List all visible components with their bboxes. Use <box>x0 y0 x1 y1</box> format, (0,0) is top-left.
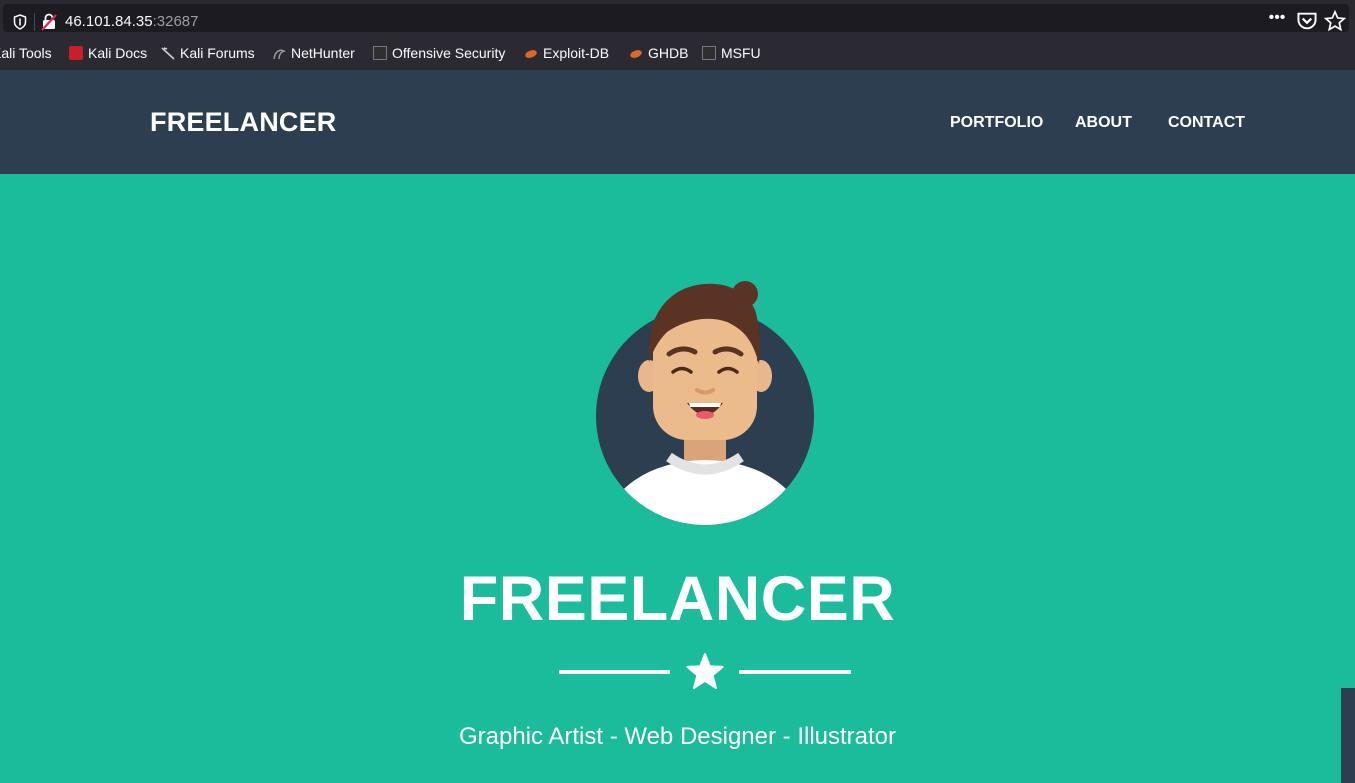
nethunter-icon <box>273 49 286 60</box>
exploit-db-icon <box>525 50 537 58</box>
bookmark-kali-forums[interactable]: Kali Forums <box>161 44 255 62</box>
bookmark-exploit-db[interactable]: Exploit-DB <box>524 44 609 62</box>
bookmarks-toolbar: Kali Tools Kali Docs Kali Forums NetHunt… <box>0 36 1355 71</box>
bookmark-label: NetHunter <box>291 45 355 61</box>
bookmark-offensive-security[interactable]: Offensive Security <box>373 44 505 62</box>
url-text[interactable]: 46.101.84.35:32687 <box>65 13 198 30</box>
browser-toolbar: 46.101.84.35:32687 ••• <box>0 0 1355 36</box>
divider-line-left <box>559 670 670 674</box>
bookmark-label: Offensive Security <box>392 45 506 61</box>
hero-title: FREELANCER <box>459 564 896 634</box>
hero-subtitle: Graphic Artist - Web Designer - Illustra… <box>458 723 897 750</box>
bookmark-nethunter[interactable]: NetHunter <box>272 44 355 62</box>
bookmark-label: Kali Tools <box>0 45 52 61</box>
address-bar-separator <box>34 13 35 31</box>
nav-link-contact[interactable]: CONTACT <box>1168 114 1245 132</box>
insecure-lock-icon[interactable] <box>41 13 57 31</box>
bookmark-label: Exploit-DB <box>543 45 610 61</box>
bookmark-msfu[interactable]: MSFU <box>702 44 761 62</box>
nav-link-about[interactable]: ABOUT <box>1075 114 1132 132</box>
kali-docs-icon <box>69 46 83 60</box>
nav-link-portfolio[interactable]: PORTFOLIO <box>950 114 1043 132</box>
bookmark-label: GHDB <box>648 45 689 61</box>
divider-line-right <box>739 670 851 674</box>
star-icon <box>686 653 724 689</box>
url-host: 46.101.84.35 <box>65 13 153 30</box>
url-port: :32687 <box>152 13 199 30</box>
more-icon[interactable]: ••• <box>1266 6 1288 30</box>
msfu-icon <box>702 46 716 60</box>
bookmark-kali-tools[interactable]: Kali Tools <box>0 44 52 62</box>
address-bar[interactable]: 46.101.84.35:32687 <box>3 4 1349 32</box>
pocket-icon[interactable] <box>1296 9 1318 33</box>
scroll-to-top-button[interactable] <box>1341 688 1355 783</box>
bookmark-label: MSFU <box>721 45 761 61</box>
offensive-security-icon <box>373 46 387 60</box>
site-brand-link[interactable]: FREELANCER <box>150 107 337 138</box>
avatar-illustration <box>596 281 814 525</box>
bookmark-star-icon[interactable] <box>1324 9 1346 33</box>
kali-forums-icon <box>161 47 175 60</box>
bookmark-kali-docs[interactable]: Kali Docs <box>69 44 147 62</box>
site-navbar: FREELANCER PORTFOLIO ABOUT CONTACT <box>0 70 1355 174</box>
ghdb-icon <box>630 50 642 58</box>
bookmark-label: Kali Forums <box>180 45 255 61</box>
tracking-protection-shield-icon[interactable] <box>13 14 27 30</box>
bookmark-ghdb[interactable]: GHDB <box>629 44 688 62</box>
bookmark-label: Kali Docs <box>88 45 148 61</box>
